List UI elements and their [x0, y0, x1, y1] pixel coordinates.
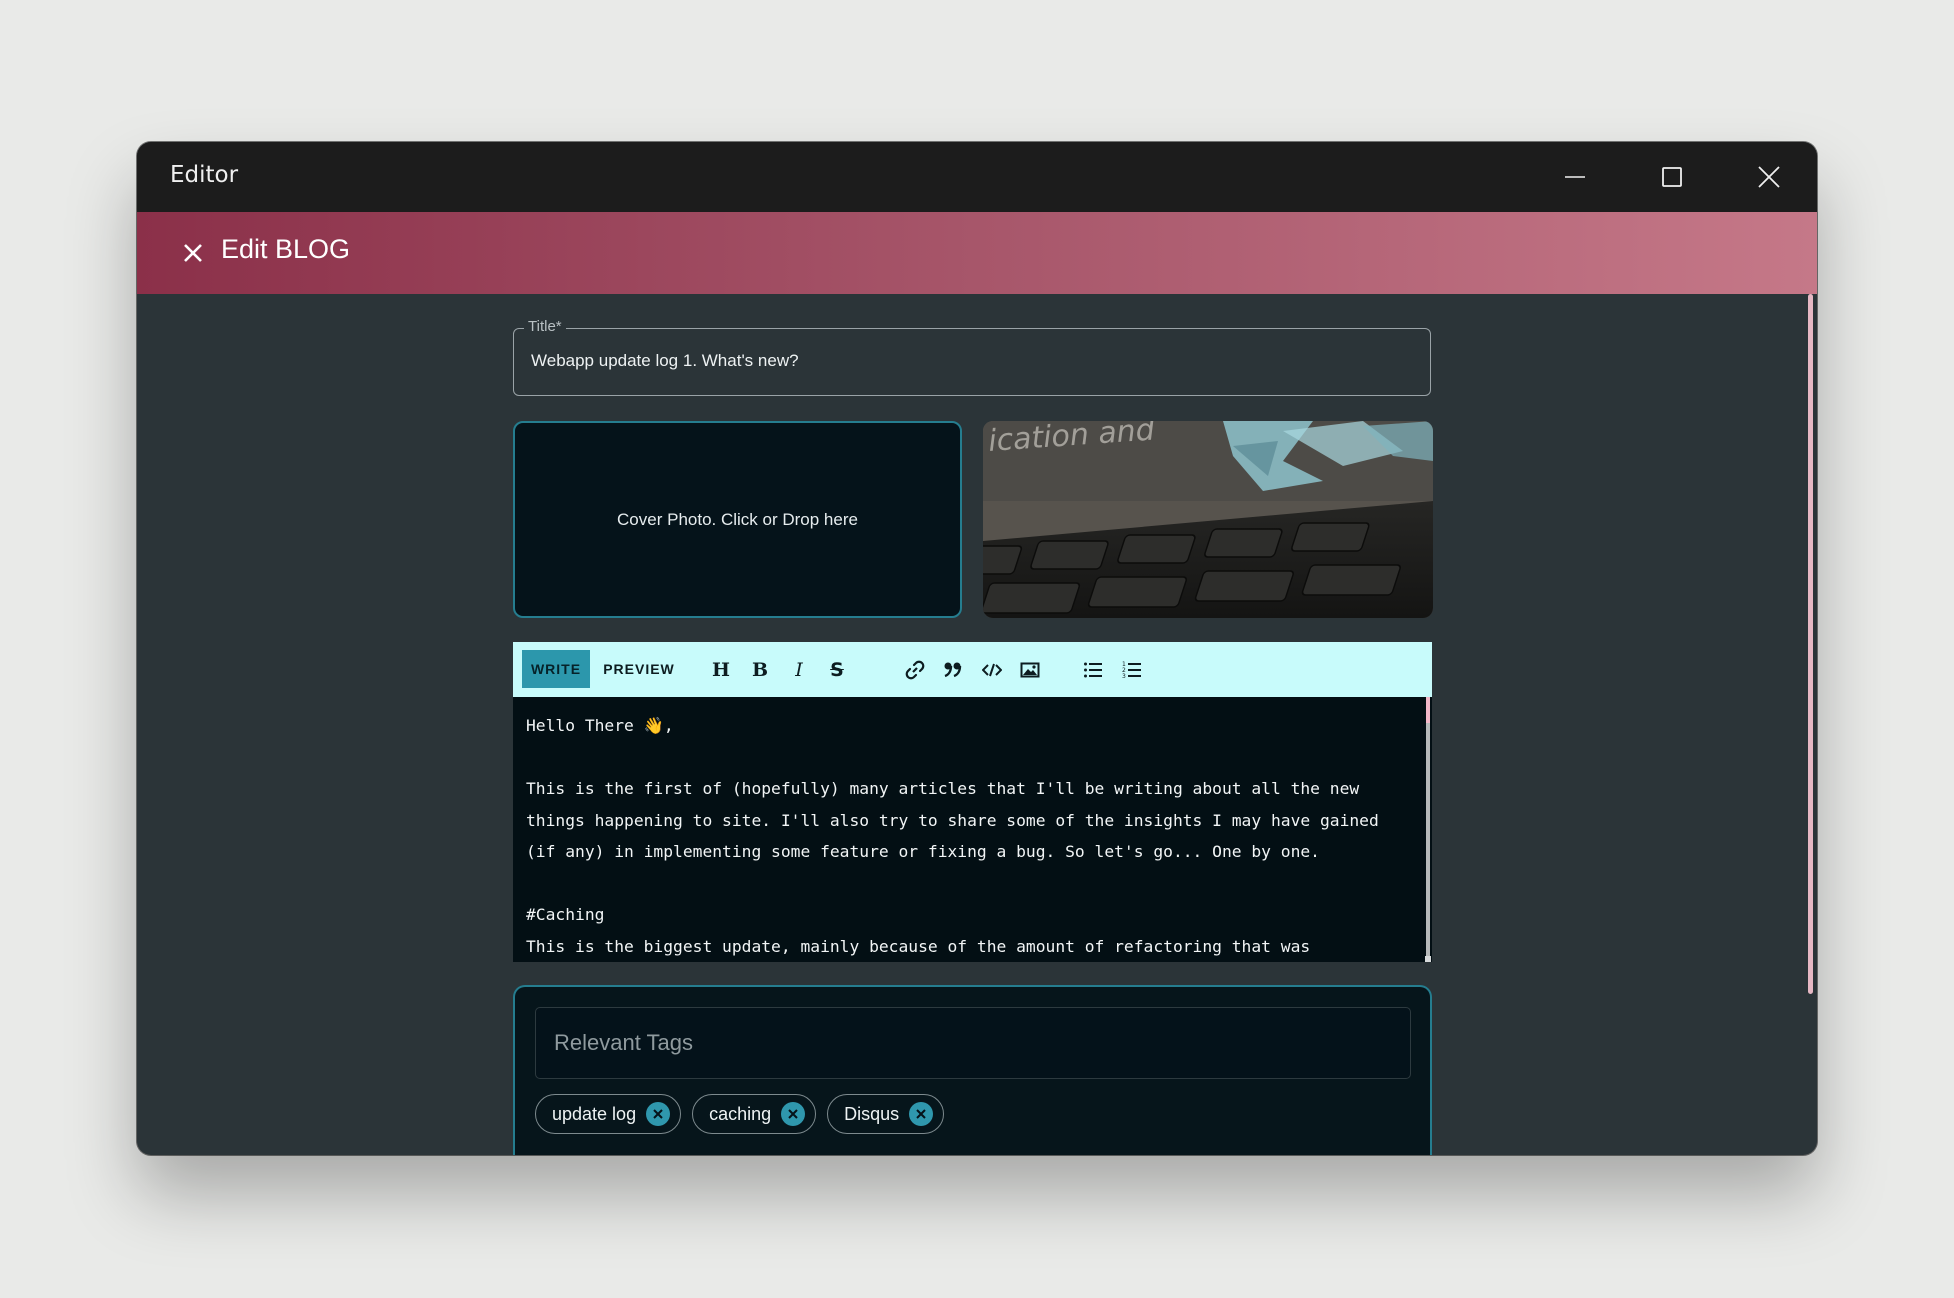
tag-label: Disqus — [844, 1103, 900, 1124]
tag-label: update log — [552, 1103, 637, 1124]
page-title: Edit BLOG — [221, 234, 351, 264]
close-window-button[interactable] — [1721, 142, 1817, 212]
bulleted-list-icon — [1084, 662, 1102, 678]
dropzone-label: Cover Photo. Click or Drop here — [617, 509, 858, 529]
tag-chip: caching — [692, 1094, 817, 1134]
tag-chips: update log caching Disqus — [535, 1094, 945, 1134]
heading-icon: H — [712, 659, 730, 681]
cover-photo-preview[interactable]: ication and — [983, 421, 1433, 618]
title-input[interactable] — [531, 351, 1411, 371]
maximize-button[interactable] — [1624, 142, 1720, 212]
close-icon — [184, 244, 202, 262]
tag-label: caching — [709, 1103, 772, 1124]
window-title: Editor — [170, 162, 239, 188]
link-icon — [905, 660, 925, 680]
italic-button[interactable]: I — [785, 656, 813, 684]
app-header: Edit BLOG — [137, 212, 1817, 294]
page-scrollbar[interactable] — [1808, 294, 1813, 994]
remove-tag-button[interactable] — [909, 1102, 934, 1126]
editor-resize-handle[interactable] — [1425, 956, 1431, 962]
bulleted-list-button[interactable] — [1079, 656, 1107, 684]
preview-tab[interactable]: PREVIEW — [599, 650, 679, 688]
image-button[interactable] — [1016, 656, 1044, 684]
title-label: Title* — [524, 318, 566, 335]
cover-image: ication and — [983, 421, 1433, 618]
minimize-icon — [1565, 176, 1585, 178]
link-button[interactable] — [901, 656, 929, 684]
remove-tag-button[interactable] — [781, 1102, 806, 1126]
strikethrough-icon: S — [830, 659, 844, 681]
close-icon — [788, 1109, 798, 1119]
tags-panel: update log caching Disqus — [513, 985, 1432, 1155]
code-button[interactable] — [978, 656, 1006, 684]
title-field[interactable]: Title* — [513, 318, 1431, 396]
code-icon — [982, 663, 1002, 677]
tags-input[interactable] — [535, 1007, 1411, 1079]
strikethrough-button[interactable]: S — [823, 656, 851, 684]
close-editor-button[interactable] — [179, 239, 207, 267]
italic-icon: I — [795, 659, 803, 681]
image-icon — [1020, 662, 1040, 678]
remove-tag-button[interactable] — [646, 1102, 671, 1126]
close-icon — [1758, 166, 1780, 188]
minimize-button[interactable] — [1527, 142, 1623, 212]
bold-icon: B — [751, 659, 769, 681]
tag-chip: update log — [535, 1094, 682, 1134]
editor-scrollbar[interactable] — [1426, 697, 1430, 957]
numbered-list-button[interactable]: 1 2 3 — [1118, 656, 1146, 684]
markdown-toolbar: WRITE PREVIEW H B I S 1 2 3 — [513, 642, 1432, 697]
editor-content[interactable]: Hello There 👋, This is the first of (hop… — [526, 710, 1416, 962]
close-icon — [916, 1109, 926, 1119]
numbered-list-icon: 1 2 3 — [1122, 661, 1141, 680]
cover-photo-dropzone[interactable]: Cover Photo. Click or Drop here — [513, 421, 962, 618]
bold-button[interactable]: B — [746, 656, 774, 684]
markdown-editor[interactable]: Hello There 👋, This is the first of (hop… — [513, 697, 1432, 962]
close-icon — [653, 1109, 663, 1119]
svg-text:3: 3 — [1122, 673, 1126, 680]
maximize-icon — [1662, 167, 1682, 187]
editor-scrollbar-thumb[interactable] — [1426, 697, 1430, 723]
heading-button[interactable]: H — [707, 656, 735, 684]
tag-chip: Disqus — [827, 1094, 945, 1134]
editor-window: Editor Edit BLOG Title* Cover Photo. Cli… — [137, 142, 1817, 1155]
quote-button[interactable] — [939, 656, 967, 684]
window-titlebar: Editor — [137, 142, 1817, 212]
quote-icon — [944, 662, 962, 678]
write-tab[interactable]: WRITE — [522, 650, 590, 688]
